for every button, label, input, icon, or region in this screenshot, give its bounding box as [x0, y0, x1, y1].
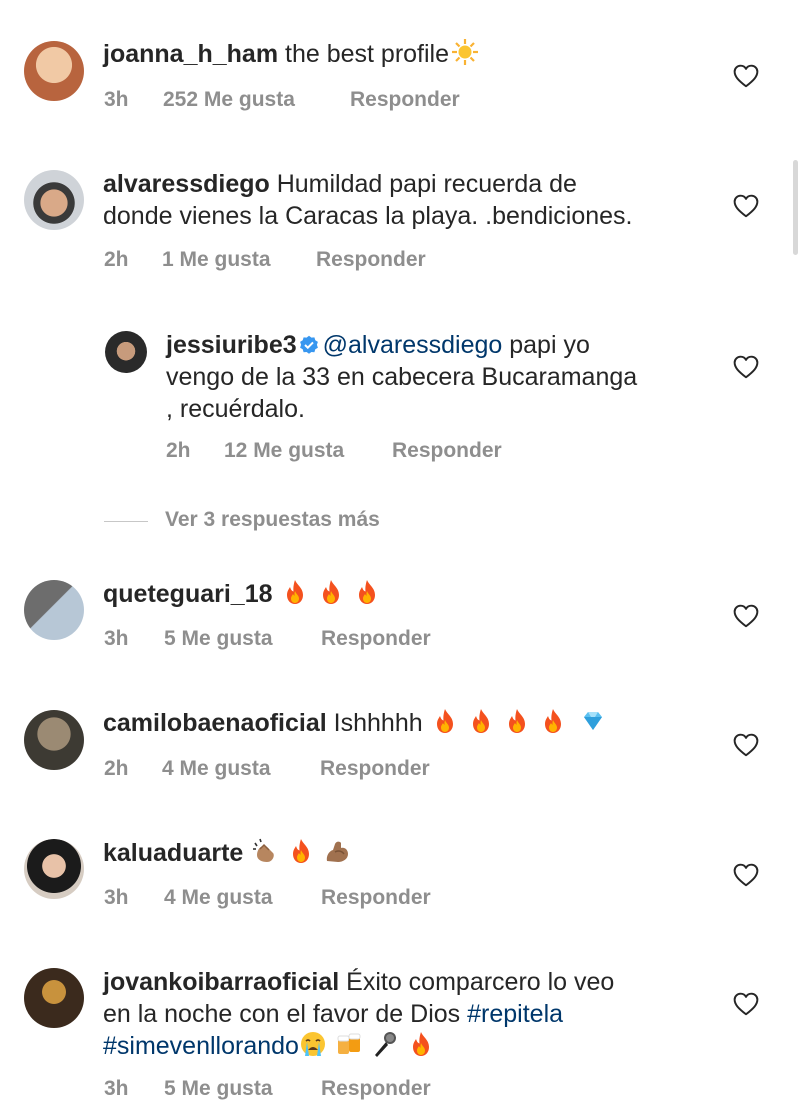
comment-text: joanna_h_ham the best profile: [103, 38, 487, 70]
reply-button[interactable]: Responder: [392, 439, 502, 463]
heart-icon[interactable]: [733, 194, 759, 218]
likes-count[interactable]: 5 Me gusta: [164, 1077, 273, 1101]
comment-text: alvaressdiego Humildad papi recuerda de: [103, 168, 577, 200]
fire-emoji: [317, 578, 345, 606]
comment-body: papi yo: [509, 331, 590, 359]
replies-divider: [104, 521, 148, 522]
likes-count[interactable]: 1 Me gusta: [162, 248, 271, 272]
gem-emoji: [583, 712, 602, 730]
comment-body: the best profile: [285, 40, 450, 68]
fire-emoji: [353, 578, 381, 606]
fire-emoji: [407, 1030, 435, 1058]
comment-body-line2: vengo de la 33 en cabecera Bucaramanga: [166, 363, 638, 391]
comment-body: Ishhhhh: [333, 709, 423, 737]
reply-button[interactable]: Responder: [321, 627, 431, 651]
likes-count[interactable]: 252 Me gusta: [163, 88, 295, 112]
username[interactable]: kaluaduarte: [103, 839, 243, 867]
fire-emoji: [503, 707, 531, 735]
likes-count[interactable]: 4 Me gusta: [162, 757, 271, 781]
comment-time: 2h: [104, 757, 129, 780]
avatar[interactable]: [24, 170, 84, 230]
reply-button[interactable]: Responder: [321, 886, 431, 910]
comment-body: en la noche con el favor de Dios: [103, 1000, 461, 1028]
heart-icon[interactable]: [733, 992, 759, 1016]
reply-button[interactable]: Responder: [350, 88, 460, 112]
comment-body: Humildad papi recuerda de: [276, 170, 577, 198]
comment-body-line2: donde vienes la Caracas la playa. .bendi…: [103, 202, 633, 230]
comment-body-line3: , recuérdalo.: [166, 395, 305, 423]
reply-button[interactable]: Responder: [316, 248, 426, 272]
comment-time: 2h: [104, 248, 129, 271]
comment-time: 3h: [104, 88, 129, 111]
mention-link[interactable]: @alvaressdiego: [323, 331, 503, 359]
comment-text: jovankoibarraoficial Éxito comparcero lo…: [103, 966, 614, 998]
comment-time: 3h: [104, 1077, 129, 1100]
likes-count[interactable]: 12 Me gusta: [224, 439, 344, 463]
flexed-biceps-emoji: [327, 841, 349, 862]
reply-button[interactable]: Responder: [321, 1077, 431, 1101]
avatar[interactable]: [24, 968, 84, 1028]
fire-emoji: [431, 707, 459, 735]
username[interactable]: camilobaenaoficial: [103, 709, 327, 737]
username[interactable]: jessiuribe3: [166, 331, 297, 359]
hashtag-link[interactable]: #simevenllorando: [103, 1032, 299, 1060]
crying-emoji: [300, 1032, 325, 1056]
likes-count[interactable]: 4 Me gusta: [164, 886, 273, 910]
avatar[interactable]: [24, 710, 84, 770]
username[interactable]: joanna_h_ham: [103, 40, 278, 68]
fire-emoji: [287, 837, 315, 865]
view-more-replies-button[interactable]: Ver 3 respuestas más: [165, 508, 380, 532]
comment-body-line3: #simevenllorando: [103, 1030, 443, 1062]
avatar[interactable]: [105, 331, 147, 373]
reply-button[interactable]: Responder: [320, 757, 430, 781]
comment-text: kaluaduarte: [103, 837, 359, 869]
username[interactable]: jovankoibarraoficial: [103, 968, 339, 996]
comment-text: camilobaenaoficial Ishhhhh: [103, 707, 615, 739]
avatar[interactable]: [24, 580, 84, 640]
avatar[interactable]: [24, 839, 84, 899]
sun-emoji: [452, 39, 479, 65]
scrollbar[interactable]: [793, 160, 798, 255]
comment-text: jessiuribe3 @alvaressdiego papi yo: [166, 329, 590, 361]
clapping-hands-emoji: [253, 838, 275, 862]
comment-body: Éxito comparcero lo veo: [346, 968, 615, 996]
comment-time: 2h: [166, 439, 191, 462]
username[interactable]: alvaressdiego: [103, 170, 270, 198]
comment-time: 3h: [104, 627, 129, 650]
fire-emoji: [281, 578, 309, 606]
heart-icon[interactable]: [733, 733, 759, 757]
comment-body-line2: en la noche con el favor de Dios #repite…: [103, 998, 563, 1030]
heart-icon[interactable]: [733, 863, 759, 887]
avatar[interactable]: [24, 41, 84, 101]
comment-time: 3h: [104, 886, 129, 909]
comment-text: queteguari_18: [103, 578, 389, 610]
fire-emoji: [539, 707, 567, 735]
verified-badge-icon: [299, 335, 318, 354]
username[interactable]: queteguari_18: [103, 580, 273, 608]
heart-icon[interactable]: [733, 64, 759, 88]
likes-count[interactable]: 5 Me gusta: [164, 627, 273, 651]
beer-emoji: [337, 1033, 361, 1054]
microphone-emoji: [374, 1032, 396, 1057]
hashtag-link[interactable]: #repitela: [467, 1000, 563, 1028]
fire-emoji: [467, 707, 495, 735]
heart-icon[interactable]: [733, 355, 759, 379]
heart-icon[interactable]: [733, 604, 759, 628]
